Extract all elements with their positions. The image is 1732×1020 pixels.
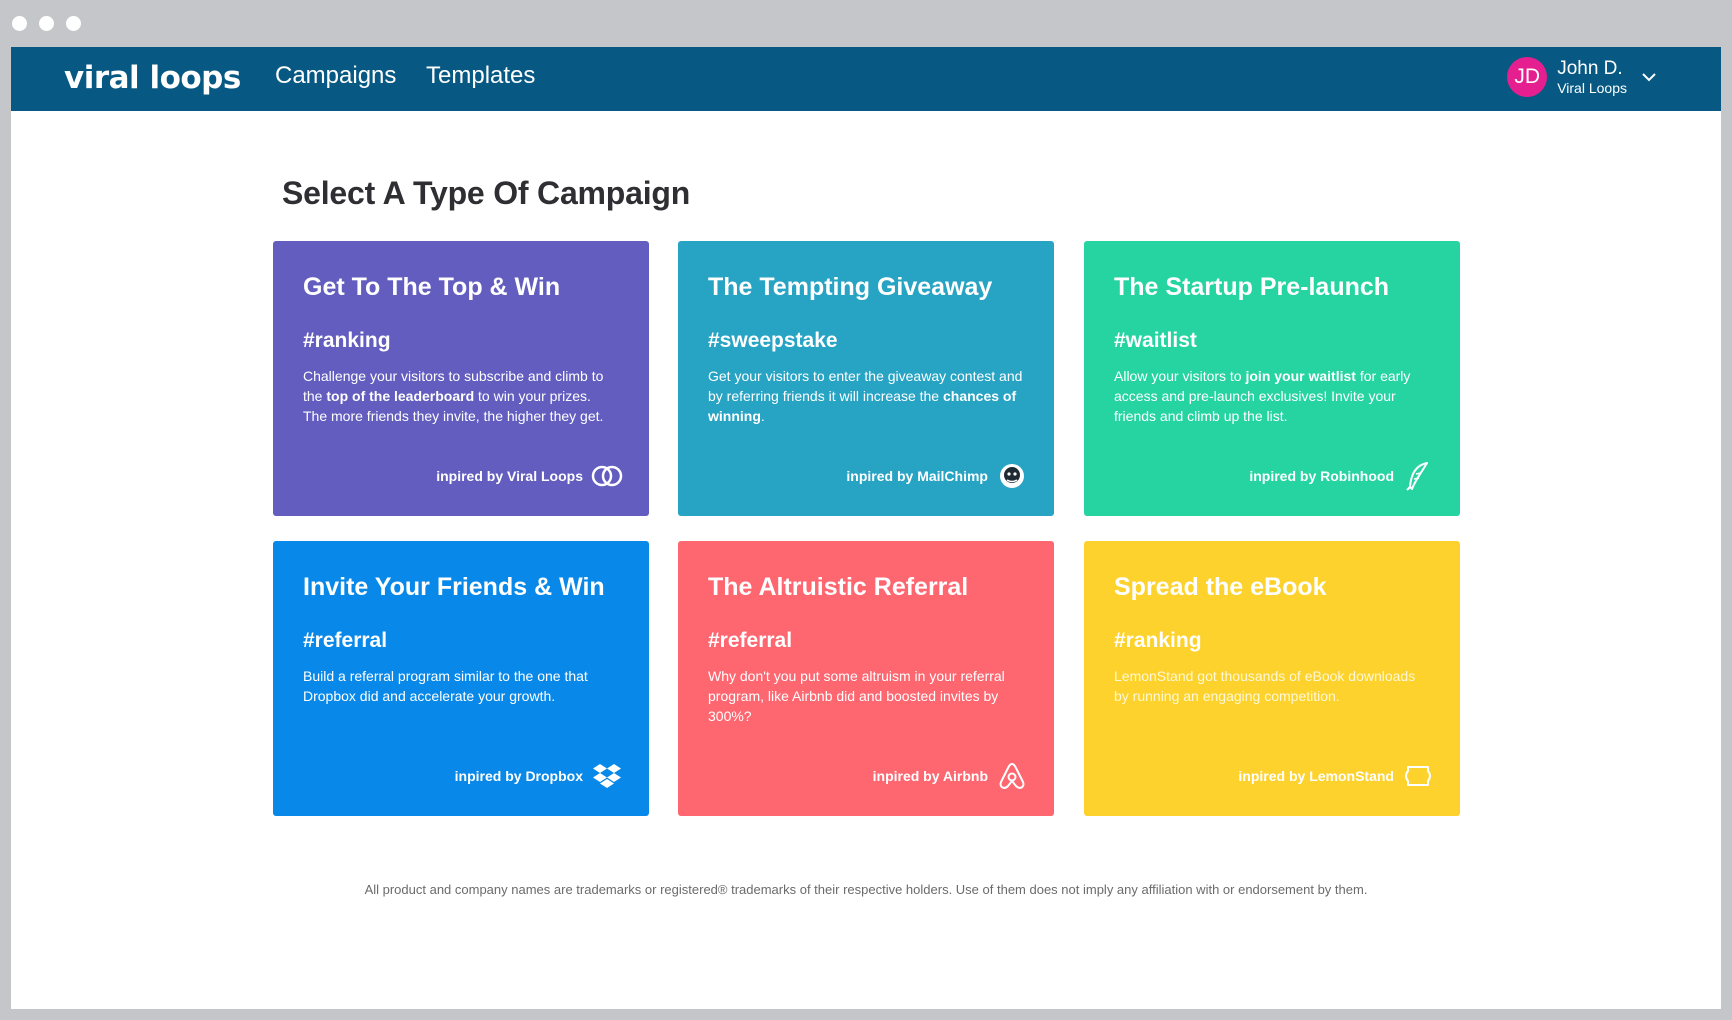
inspired-label: inpired by Viral Loops: [436, 468, 583, 484]
card-title: Spread the eBook: [1114, 573, 1327, 601]
avatar[interactable]: JD: [1507, 57, 1548, 97]
chevron-down-icon[interactable]: [1641, 69, 1657, 85]
maximize-window-dot[interactable]: [66, 16, 81, 31]
inspired-label: inpired by Robinhood: [1249, 468, 1394, 484]
inspired-label: inpired by MailChimp: [846, 468, 988, 484]
card-tag: #sweepstake: [708, 329, 838, 352]
user-menu[interactable]: JD John D. Viral Loops: [1507, 57, 1657, 97]
minimize-window-dot[interactable]: [39, 16, 54, 31]
browser-window: viral loops Campaigns Templates JD John …: [0, 0, 1732, 1020]
card-inspired-by: inpired by Viral Loops: [436, 460, 623, 492]
campaign-card-altruistic[interactable]: The Altruistic Referral #referral Why do…: [678, 541, 1054, 816]
card-title: The Startup Pre-launch: [1114, 273, 1390, 301]
user-org: Viral Loops: [1557, 79, 1627, 96]
card-title: The Tempting Giveaway: [708, 273, 993, 301]
card-tag: #ranking: [303, 329, 391, 352]
close-window-dot[interactable]: [12, 16, 27, 31]
card-inspired-by: inpired by Dropbox: [455, 760, 623, 792]
card-inspired-by: inpired by Airbnb: [873, 760, 1028, 792]
card-description: Why don't you put some altruism in your …: [708, 668, 1005, 724]
card-description: Allow your visitors to join your waitlis…: [1114, 368, 1411, 424]
lemonstand-icon: [1402, 760, 1434, 792]
nav-link-templates[interactable]: Templates: [426, 62, 535, 90]
user-info: John D. Viral Loops: [1557, 58, 1627, 97]
campaign-card-giveaway[interactable]: The Tempting Giveaway #sweepstake Get yo…: [678, 241, 1054, 516]
card-tag: #referral: [708, 629, 793, 652]
window-controls: [12, 16, 81, 31]
card-tag: #waitlist: [1114, 329, 1197, 352]
campaign-card-prelaunch[interactable]: The Startup Pre-launch #waitlist Allow y…: [1084, 241, 1460, 516]
campaign-card-ebook[interactable]: Spread the eBook #ranking LemonStand got…: [1084, 541, 1460, 816]
card-tag: #ranking: [1114, 629, 1202, 652]
card-tag: #referral: [303, 629, 388, 652]
card-description: LemonStand got thousands of eBook downlo…: [1114, 668, 1416, 704]
card-inspired-by: inpired by LemonStand: [1238, 760, 1434, 792]
airbnb-icon: [996, 760, 1028, 792]
mailchimp-icon: [996, 460, 1028, 492]
inspired-label: inpired by LemonStand: [1238, 768, 1394, 784]
top-navbar: viral loops Campaigns Templates JD John …: [11, 47, 1721, 111]
viral-loops-logo[interactable]: viral loops: [64, 60, 241, 96]
page-viewport: viral loops Campaigns Templates JD John …: [11, 47, 1721, 1009]
user-name: John D.: [1557, 57, 1623, 79]
card-title: Invite Your Friends & Win: [303, 573, 605, 601]
inspired-label: inpired by Airbnb: [872, 768, 988, 784]
campaign-card-top-win[interactable]: Get To The Top & Win #ranking Challenge …: [273, 241, 649, 516]
viral-loops-icon: [591, 460, 623, 492]
inspired-label: inpired by Dropbox: [454, 768, 583, 784]
card-description: Build a referral program similar to the …: [303, 668, 588, 704]
feather-icon: [1402, 460, 1434, 492]
trademark-disclaimer: All product and company names are tradem…: [364, 882, 1368, 897]
card-title: Get To The Top & Win: [303, 273, 561, 301]
page-title: Select A Type Of Campaign: [282, 175, 691, 211]
card-title: The Altruistic Referral: [708, 573, 969, 601]
dropbox-icon: [591, 760, 623, 792]
card-inspired-by: inpired by Robinhood: [1249, 460, 1434, 492]
card-inspired-by: inpired by MailChimp: [846, 460, 1028, 492]
campaign-card-invite-friends[interactable]: Invite Your Friends & Win #referral Buil…: [273, 541, 649, 816]
nav-link-campaigns[interactable]: Campaigns: [275, 62, 396, 90]
card-description: Challenge your visitors to subscribe and…: [303, 368, 604, 424]
card-description: Get your visitors to enter the giveaway …: [708, 368, 1023, 424]
